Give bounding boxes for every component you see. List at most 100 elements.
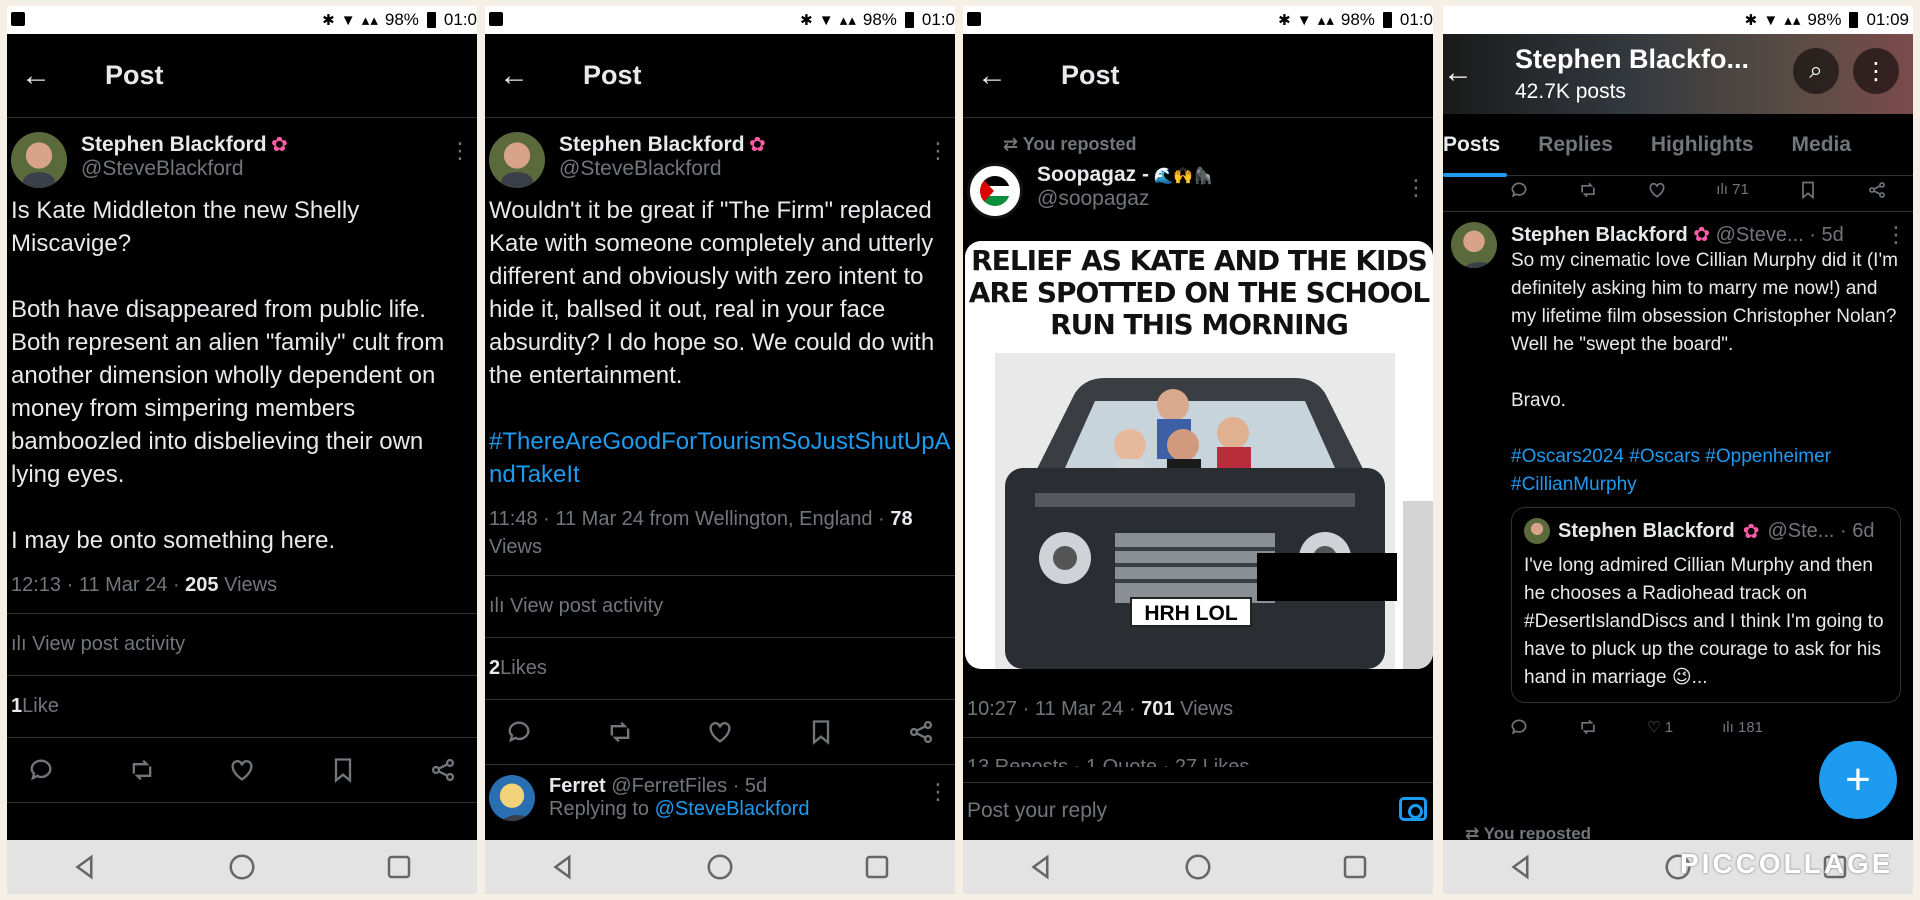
likes-label: Like <box>22 695 59 717</box>
more-options-icon[interactable]: ⋮ <box>449 138 471 164</box>
post-screen-2: ✱ ▼ ▴▴ 98% 01:0 ← Post Stephen Blackford… <box>485 6 955 894</box>
battery-percent: 98% <box>1340 10 1375 29</box>
nav-recents-icon[interactable] <box>862 852 892 882</box>
post-header: ← Post <box>485 34 955 118</box>
avatar[interactable] <box>11 132 67 188</box>
share-icon[interactable] <box>1867 180 1887 200</box>
likes-row[interactable]: 2 Likes <box>485 637 955 699</box>
view-activity-label: View post activity <box>32 633 186 655</box>
user-handle[interactable]: @SteveBlackford <box>559 157 766 181</box>
back-arrow-icon[interactable]: ← <box>977 59 1031 93</box>
repost-icon[interactable] <box>1578 717 1598 737</box>
reply-icon[interactable] <box>1509 717 1529 737</box>
nav-home-icon[interactable] <box>227 852 257 882</box>
likes-row[interactable]: 1 Like <box>7 675 477 737</box>
like-icon[interactable] <box>1647 180 1667 200</box>
flower-icon: ✿ <box>749 134 766 156</box>
bookmark-icon[interactable] <box>329 756 357 784</box>
post-author[interactable]: Soopagaz - 🌊🙌🦍 @soopagaz ⋮ <box>963 155 1433 227</box>
battery-icon <box>1849 12 1859 28</box>
back-arrow-icon[interactable]: ← <box>21 59 75 93</box>
avatar[interactable] <box>1451 222 1497 268</box>
nav-recents-icon[interactable] <box>1340 852 1370 882</box>
quote-handle-time: @Ste... · 6d <box>1767 519 1875 542</box>
display-name[interactable]: Stephen Blackford <box>81 133 267 156</box>
likes-count: 1 <box>11 695 23 717</box>
views-count: 205 <box>185 574 219 596</box>
views-stat[interactable]: ılı 181 <box>1722 719 1763 736</box>
nav-back-icon[interactable] <box>1026 852 1056 882</box>
repost-icon[interactable] <box>606 718 634 746</box>
tab-replies[interactable]: Replies <box>1538 133 1613 157</box>
avatar[interactable] <box>489 132 545 188</box>
camera-icon[interactable] <box>1399 797 1427 821</box>
quoted-tweet[interactable]: Stephen Blackford ✿ @Ste... · 6d I've lo… <box>1511 507 1901 703</box>
post-author[interactable]: Stephen Blackford ✿ @SteveBlackford ⋮ <box>7 118 477 194</box>
nav-back-icon[interactable] <box>1506 852 1536 882</box>
likes-stat[interactable]: ♡ 1 <box>1647 718 1673 736</box>
views-label: Views <box>218 574 278 596</box>
hashtag-link[interactable]: #ThereAreGoodForTourismSoJustShutUpAndTa… <box>485 425 955 491</box>
view-activity-row[interactable]: ılı View post activity <box>485 575 955 637</box>
search-icon[interactable]: ⌕ <box>1793 48 1839 94</box>
android-nav-bar <box>7 840 477 894</box>
post-author[interactable]: Stephen Blackford ✿ @SteveBlackford ⋮ <box>485 118 955 194</box>
like-icon[interactable] <box>706 718 734 746</box>
back-arrow-icon[interactable]: ← <box>1443 56 1497 90</box>
profile-header: ← Stephen Blackfo... 42.7K posts ⌕ ⋮ <box>1443 34 1913 114</box>
display-name[interactable]: Stephen Blackford <box>559 133 745 156</box>
page-title: Post <box>105 60 164 90</box>
views-stat[interactable]: ılı 71 <box>1716 181 1749 198</box>
likes-label: Likes <box>500 657 547 679</box>
more-options-icon[interactable]: ⋮ <box>1885 222 1907 248</box>
views-label: Views <box>489 536 542 558</box>
nav-back-icon[interactable] <box>548 852 578 882</box>
handle-time[interactable]: @Steve... · 5d <box>1716 224 1844 246</box>
battery-icon <box>1382 12 1392 28</box>
view-activity-row[interactable]: ılı View post activity <box>7 613 477 675</box>
more-options-icon[interactable]: ⋮ <box>1853 48 1899 94</box>
tweet-text: So my cinematic love Cillian Murphy did … <box>1511 250 1898 411</box>
more-options-icon[interactable]: ⋮ <box>1405 175 1427 201</box>
reply-item[interactable]: Ferret @FerretFiles · 5d Replying to @St… <box>485 765 955 827</box>
replying-to-label: Replying to <box>549 798 655 820</box>
reply-handle[interactable]: @FerretFiles · 5d <box>611 775 767 797</box>
bookmark-icon[interactable] <box>1798 180 1818 200</box>
avatar[interactable] <box>489 775 535 821</box>
share-icon[interactable] <box>907 718 935 746</box>
more-options-icon[interactable]: ⋮ <box>927 779 949 805</box>
reply-icon[interactable] <box>1509 180 1529 200</box>
reply-input[interactable]: Post your reply <box>963 782 1433 838</box>
compose-button[interactable]: + <box>1819 741 1897 819</box>
back-arrow-icon[interactable]: ← <box>499 59 553 93</box>
timeline-tweet[interactable]: Stephen Blackford ✿ @Steve... · 5d So my… <box>1443 212 1913 713</box>
display-name[interactable]: Stephen Blackford <box>1511 224 1688 246</box>
like-icon[interactable] <box>228 756 256 784</box>
more-options-icon[interactable]: ⋮ <box>927 138 949 164</box>
flower-icon: ✿ <box>1693 224 1711 246</box>
reply-display-name[interactable]: Ferret <box>549 775 606 797</box>
nav-back-icon[interactable] <box>70 852 100 882</box>
repost-icon[interactable] <box>1578 180 1598 200</box>
tab-posts[interactable]: Posts <box>1443 133 1508 177</box>
engagement-stats[interactable]: 13 Reposts · 1 Quote · 27 Likes <box>963 737 1433 767</box>
tab-highlights[interactable]: Highlights <box>1651 133 1754 157</box>
reply-icon[interactable] <box>27 756 55 784</box>
meme-image[interactable]: RELIEF AS KATE AND THE KIDS ARE SPOTTED … <box>965 241 1433 669</box>
nav-home-icon[interactable] <box>705 852 735 882</box>
avatar[interactable] <box>967 163 1023 219</box>
tab-media[interactable]: Media <box>1792 133 1852 157</box>
nav-recents-icon[interactable] <box>384 852 414 882</box>
post-meta: 12:13 · 11 Mar 24 · 205 Views <box>7 557 477 613</box>
user-handle[interactable]: @soopagaz <box>1037 187 1213 211</box>
bookmark-icon[interactable] <box>807 718 835 746</box>
replying-to-link[interactable]: @SteveBlackford <box>655 798 810 820</box>
reply-icon[interactable] <box>505 718 533 746</box>
share-icon[interactable] <box>429 756 457 784</box>
nav-home-icon[interactable] <box>1183 852 1213 882</box>
user-handle[interactable]: @SteveBlackford <box>81 157 288 181</box>
display-name[interactable]: Soopagaz - <box>1037 163 1149 186</box>
hashtags[interactable]: #Oscars2024 #Oscars #Oppenheimer #Cillia… <box>1511 443 1901 499</box>
number-plate: HRH LOL <box>1130 597 1252 627</box>
repost-icon[interactable] <box>128 756 156 784</box>
